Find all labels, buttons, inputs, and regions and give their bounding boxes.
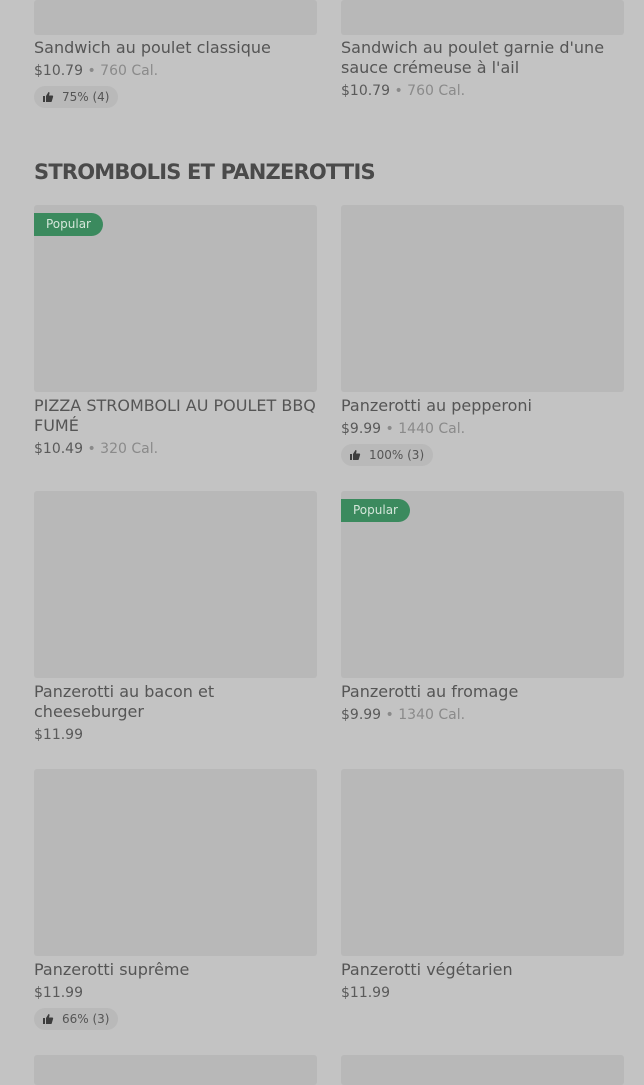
rating-badge: 100% (3): [341, 444, 434, 466]
rating-text: 75% (4): [62, 90, 110, 104]
item-price: $11.99: [34, 985, 83, 1001]
item-calories: 320 Cal.: [100, 441, 159, 457]
rating-text: 66% (3): [62, 1012, 110, 1026]
item-meta: $11.99: [34, 726, 83, 744]
section-title: STROMBOLIS ET PANZEROTTIS: [34, 160, 376, 184]
item-meta: $10.79 • 760 Cal.: [341, 82, 465, 100]
item-calories: 1340 Cal.: [398, 707, 466, 723]
rating-badge: 75% (4): [34, 86, 119, 108]
item-meta: $11.99: [341, 984, 390, 1002]
rating-text: 100% (3): [369, 448, 425, 462]
item-name: Panzerotti au pepperoni: [341, 396, 532, 415]
item-price: $9.99: [341, 421, 382, 437]
meta-separator: •: [385, 421, 394, 437]
thumbs-up-icon: [350, 450, 361, 460]
item-image: [34, 491, 317, 678]
meta-separator: •: [87, 441, 96, 457]
item-name: Panzerotti au bacon et cheeseburger: [34, 682, 215, 721]
item-meta: $9.99 • 1340 Cal.: [341, 706, 465, 724]
item-image: [341, 1055, 624, 1085]
item-meta: $10.49 • 320 Cal.: [34, 440, 158, 458]
item-name: Sandwich au poulet garnie d'une sauce cr…: [341, 38, 605, 77]
item-meta: $10.79 • 760 Cal.: [34, 62, 158, 80]
item-name: PIZZA STROMBOLI AU POULET BBQ FUMÉ: [34, 396, 316, 435]
item-price: $10.79: [341, 83, 390, 99]
meta-separator: •: [87, 63, 96, 79]
item-price: $10.79: [34, 63, 83, 79]
item-calories: 760 Cal.: [407, 83, 466, 99]
item-price: $10.49: [34, 441, 83, 457]
item-price: $11.99: [34, 727, 83, 743]
item-image: [34, 0, 317, 35]
item-meta: $11.99: [34, 984, 83, 1002]
thumbs-up-icon: [43, 92, 54, 102]
rating-badge: 66% (3): [34, 1008, 119, 1030]
meta-separator: •: [394, 83, 403, 99]
item-calories: 1440 Cal.: [398, 421, 466, 437]
item-name: Panzerotti végétarien: [341, 960, 513, 979]
item-meta: $9.99 • 1440 Cal.: [341, 420, 465, 438]
thumbs-up-icon: [43, 1014, 54, 1024]
item-name: Panzerotti au fromage: [341, 682, 519, 701]
meta-separator: •: [385, 707, 394, 723]
item-name: Sandwich au poulet classique: [34, 38, 271, 57]
item-image: [341, 0, 624, 35]
item-image: [341, 769, 624, 956]
item-image: [34, 1055, 317, 1085]
item-price: $11.99: [341, 985, 390, 1001]
item-image: [34, 769, 317, 956]
popular-badge: Popular: [341, 499, 410, 522]
popular-badge: Popular: [34, 213, 103, 236]
item-image: [341, 205, 624, 392]
item-name: Panzerotti suprême: [34, 960, 190, 979]
item-price: $9.99: [341, 707, 382, 723]
item-calories: 760 Cal.: [100, 63, 159, 79]
